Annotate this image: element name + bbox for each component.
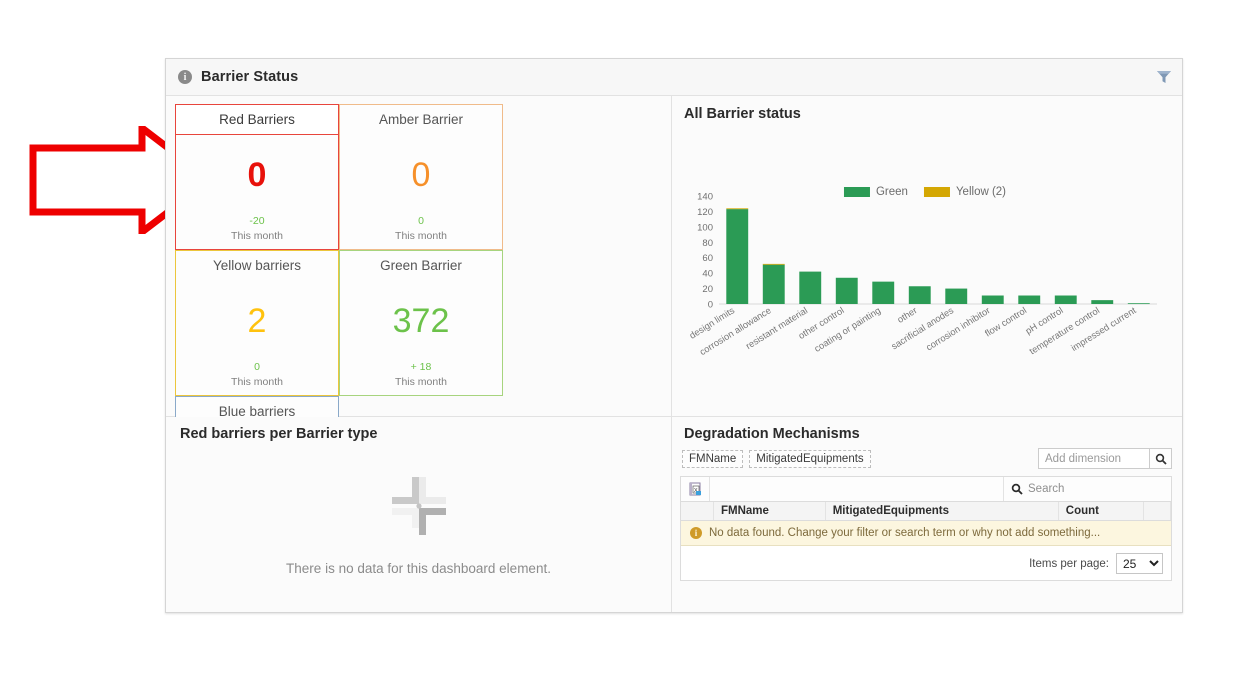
- legend-swatch: [844, 187, 870, 197]
- degradation-mechanisms-pane: Degradation Mechanisms FMName MitigatedE…: [672, 417, 1182, 612]
- svg-text:flow control: flow control: [983, 305, 1028, 338]
- svg-text:corrosion inhibitor: corrosion inhibitor: [924, 305, 992, 352]
- bottom-row: Red barriers per Barrier type There is n…: [166, 416, 1182, 612]
- svg-text:0: 0: [708, 300, 713, 311]
- kpi-card-yellow-barriers[interactable]: Yellow barriers 2 0 This month: [175, 250, 339, 396]
- chart-legend: Green Yellow (2): [844, 186, 1006, 198]
- dimension-search-button[interactable]: [1150, 448, 1172, 469]
- dashboard-panel: i Barrier Status Red Barriers 0 -20 This…: [165, 58, 1183, 613]
- chart-title: All Barrier status: [684, 106, 1170, 122]
- table-toolbar-spacer: [710, 477, 1003, 501]
- empty-state-message: There is no data for this dashboard elem…: [286, 561, 551, 576]
- svg-text:40: 40: [702, 269, 713, 280]
- top-row: Red Barriers 0 -20 This month Amber Barr…: [166, 96, 1182, 416]
- no-data-pinwheel-icon: [382, 469, 456, 543]
- legend-label: Green: [876, 186, 908, 198]
- column-header-fmname[interactable]: FMName: [714, 502, 826, 521]
- svg-text:other: other: [896, 305, 919, 325]
- kpi-period: This month: [395, 373, 447, 395]
- all-barrier-status-pane: All Barrier status Green Yellow (2) 0 20 4…: [672, 96, 1182, 416]
- table-search-placeholder: Search: [1028, 483, 1064, 495]
- dimension-chip-mitigatedequipments[interactable]: MitigatedEquipments: [749, 450, 870, 468]
- kpi-period: This month: [395, 227, 447, 249]
- svg-text:impressed current: impressed current: [1069, 305, 1138, 353]
- kpi-value: 0: [248, 135, 267, 215]
- svg-text:resistant material: resistant material: [744, 305, 809, 351]
- svg-text:80: 80: [702, 238, 713, 249]
- table-head: FMName MitigatedEquipments Count: [681, 502, 1171, 521]
- kpi-card-amber-barrier[interactable]: Amber Barrier 0 0 This month: [339, 104, 503, 250]
- legend-item-yellow[interactable]: Yellow (2): [924, 186, 1006, 198]
- kpi-delta: + 18: [411, 361, 432, 373]
- table-toolbar: X Search: [681, 477, 1171, 502]
- panel-title: Degradation Mechanisms: [684, 426, 1172, 442]
- svg-text:140: 140: [697, 192, 713, 203]
- dimension-chip-fmname[interactable]: FMName: [682, 450, 743, 468]
- svg-text:sacrificial anodes: sacrificial anodes: [890, 305, 956, 351]
- kpi-title: Red Barriers: [176, 105, 338, 135]
- kpi-value: 2: [248, 280, 267, 361]
- kpi-delta: 0: [418, 215, 424, 227]
- column-header-mitigatedequipments[interactable]: MitigatedEquipments: [825, 502, 1058, 521]
- kpi-title: Amber Barrier: [340, 105, 502, 134]
- table-pager: Items per page: 102550100: [681, 546, 1171, 580]
- degradation-table: X Search: [680, 476, 1172, 581]
- svg-text:120: 120: [697, 207, 713, 218]
- legend-swatch: [924, 187, 950, 197]
- items-per-page-select[interactable]: 102550100: [1116, 553, 1163, 574]
- svg-text:100: 100: [697, 222, 713, 233]
- dimension-chips-row: FMName MitigatedEquipments: [682, 448, 1172, 469]
- legend-item-green[interactable]: Green: [844, 186, 908, 198]
- info-icon: i: [690, 527, 702, 539]
- table-header-row: FMName MitigatedEquipments Count: [681, 502, 1171, 521]
- kpi-title: Green Barrier: [340, 251, 502, 280]
- results-table: FMName MitigatedEquipments Count: [681, 502, 1171, 521]
- kpi-delta: 0: [254, 361, 260, 373]
- red-barriers-per-type-pane: Red barriers per Barrier type There is n…: [166, 417, 672, 612]
- search-icon: [1155, 453, 1167, 465]
- chart-canvas: 020406080100120140design limitscorrosion…: [680, 124, 1170, 396]
- kpi-value: 372: [393, 280, 450, 361]
- svg-text:coating or painting: coating or painting: [813, 305, 883, 354]
- info-icon: i: [178, 70, 192, 84]
- excel-export-button[interactable]: X: [681, 477, 710, 501]
- add-dimension-group: [1038, 448, 1172, 469]
- svg-text:20: 20: [702, 284, 713, 295]
- page-title: Barrier Status: [201, 69, 298, 85]
- kpi-title: Yellow barriers: [176, 251, 338, 280]
- column-header-filler: [1144, 502, 1171, 521]
- kpi-delta: -20: [249, 215, 264, 227]
- kpi-value: 0: [412, 134, 431, 215]
- empty-state: There is no data for this dashboard elem…: [176, 434, 661, 611]
- table-search-field[interactable]: Search: [1003, 477, 1171, 501]
- column-header-count[interactable]: Count: [1058, 502, 1144, 521]
- dashboard-titlebar: i Barrier Status: [166, 59, 1182, 96]
- kpi-period: This month: [231, 227, 283, 249]
- no-data-banner: i No data found. Change your filter or s…: [681, 521, 1171, 546]
- kpi-pane: Red Barriers 0 -20 This month Amber Barr…: [166, 96, 672, 416]
- kpi-period: This month: [231, 373, 283, 395]
- dashboard-content: Red Barriers 0 -20 This month Amber Barr…: [166, 96, 1182, 612]
- select-all-column[interactable]: [681, 502, 714, 521]
- kpi-card-green-barrier[interactable]: Green Barrier 372 + 18 This month: [339, 250, 503, 396]
- search-icon: [1011, 483, 1023, 495]
- legend-label: Yellow (2): [956, 186, 1006, 198]
- add-dimension-input[interactable]: [1038, 448, 1150, 469]
- excel-export-icon: X: [688, 482, 703, 497]
- items-per-page-label: Items per page:: [1029, 558, 1109, 570]
- svg-text:60: 60: [702, 253, 713, 264]
- bar-chart: Green Yellow (2) 020406080100120140desig…: [680, 124, 1170, 396]
- kpi-card-red-barriers[interactable]: Red Barriers 0 -20 This month: [175, 104, 339, 250]
- no-data-message: No data found. Change your filter or sea…: [709, 527, 1100, 539]
- filter-funnel-icon[interactable]: [1156, 70, 1172, 84]
